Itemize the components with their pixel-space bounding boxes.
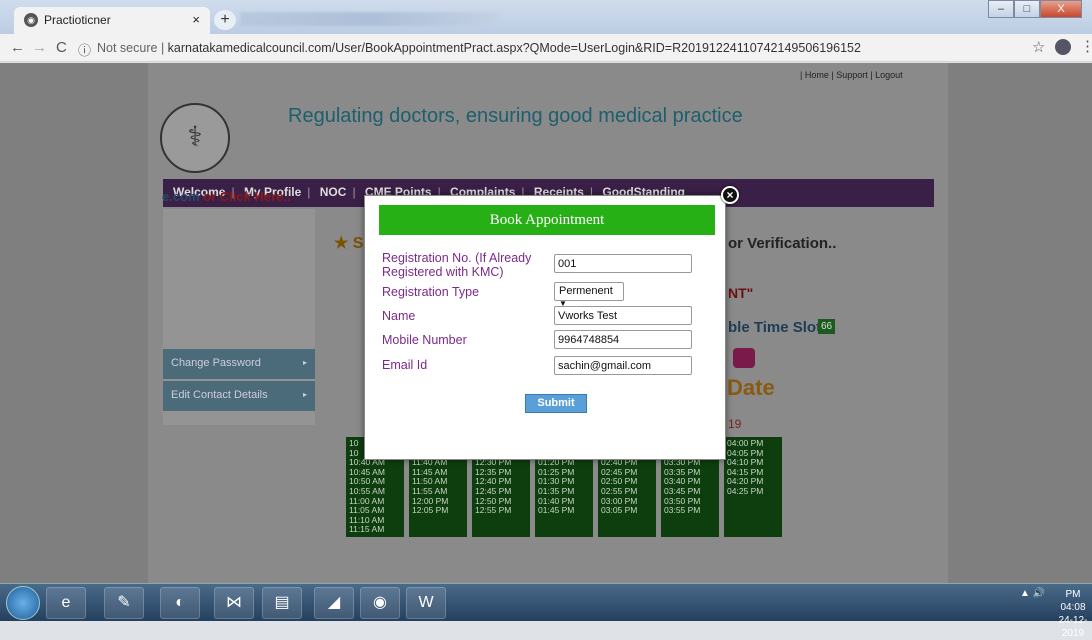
registration-no-label: Registration No. (If Already Registered … — [382, 251, 532, 279]
clock-time: PM 04:08 — [1060, 589, 1086, 613]
time-slot[interactable]: 11:15 AM — [349, 525, 401, 535]
file-explorer-icon[interactable]: ▤ — [262, 587, 302, 619]
slots-count-badge: 66 — [818, 319, 836, 334]
registration-type-value: Permenent — [559, 285, 613, 297]
logout-link[interactable]: Logout — [875, 70, 903, 80]
time-slot[interactable]: 12:05 PM — [412, 506, 464, 516]
clock-date: 24-12-2019 — [1058, 615, 1088, 639]
time-slot[interactable]: 03:55 PM — [664, 506, 716, 516]
ie-icon[interactable]: e — [46, 587, 86, 619]
tab-close-icon[interactable]: × — [192, 12, 200, 27]
promo-domain: e.com — [162, 189, 200, 204]
firefox-icon[interactable]: ◐ — [160, 587, 200, 619]
kmc-seal-logo: ⚕ — [160, 103, 230, 173]
sidebar-item-label: Change Password — [171, 357, 261, 369]
book-appointment-modal: Book Appointment Registration No. (If Al… — [364, 195, 726, 460]
not-secure-label: Not secure — [97, 41, 158, 55]
support-link[interactable]: Support — [836, 70, 868, 80]
dropdown-button[interactable] — [733, 348, 755, 368]
back-arrow-icon[interactable]: ← — [10, 39, 25, 56]
chevron-right-icon: ▸ — [302, 390, 307, 399]
slot-column: 04:00 PM 04:05 PM 04:10 PM 04:15 PM 04:20 PM… — [724, 437, 782, 537]
forward-arrow-icon[interactable]: → — [32, 39, 47, 56]
reload-icon[interactable]: C — [56, 39, 67, 56]
click-here-link[interactable]: or Click Here.. — [203, 189, 290, 204]
address-bar: ← → C ⓘ Not secure | karnatakamedicalcou… — [0, 34, 1092, 62]
new-tab-button[interactable]: + — [214, 10, 236, 30]
time-slot[interactable]: 01:45 PM — [538, 506, 590, 516]
sidebar: Change Password ▸ Edit Contact Details ▸ — [163, 209, 315, 425]
sidebar-item-edit-contact[interactable]: Edit Contact Details ▸ — [163, 381, 315, 411]
year-fragment: 19 — [728, 417, 742, 431]
star-icon: ★ S — [334, 235, 364, 252]
verification-text: or Verification.. — [728, 235, 837, 252]
bookmark-star-icon[interactable]: ☆ — [1032, 38, 1045, 56]
paint-icon[interactable]: ✎ — [104, 587, 144, 619]
email-input[interactable] — [554, 356, 692, 375]
registration-no-input[interactable] — [554, 254, 692, 273]
url-text: karnatakamedicalcouncil.com/User/BookApp… — [167, 41, 861, 55]
email-label: Email Id — [382, 358, 428, 372]
site-favicon-icon: ◉ — [24, 13, 38, 27]
time-slot[interactable]: 03:05 PM — [601, 506, 653, 516]
sidebar-item-change-password[interactable]: Change Password ▸ — [163, 349, 315, 379]
blurred-tabs — [240, 12, 500, 26]
info-icon[interactable]: ⓘ — [78, 40, 91, 59]
app-icon[interactable]: ◢ — [314, 587, 354, 619]
registration-type-select[interactable]: Permenent ▼ — [554, 282, 624, 308]
browser-tab[interactable]: ◉ Practioticner × — [14, 7, 210, 34]
sidebar-item-label: Edit Contact Details — [171, 389, 268, 401]
mobile-label: Mobile Number — [382, 333, 467, 347]
minimize-button[interactable]: – — [988, 0, 1014, 18]
quote-text: NT" — [728, 285, 754, 301]
registration-type-label: Registration Type — [382, 285, 480, 299]
star-letter: S — [352, 235, 364, 252]
windows-taskbar: e ✎ ◐ ⋈ ▤ ◢ ◉ W ▲ 🔊 PM 04:08 24-12-2019 — [0, 583, 1092, 639]
menu-noc[interactable]: NOC — [320, 185, 347, 199]
name-label: Name — [382, 309, 416, 323]
mobile-input[interactable] — [554, 330, 692, 349]
top-links: | Home | Support | Logout — [800, 70, 903, 80]
close-window-button[interactable]: X — [1040, 0, 1082, 18]
name-input[interactable] — [554, 306, 692, 325]
tab-title: Practioticner — [44, 13, 111, 27]
visual-studio-icon[interactable]: ⋈ — [214, 587, 254, 619]
window-controls: – □ X — [988, 0, 1082, 18]
site-tagline: Regulating doctors, ensuring good medica… — [288, 105, 743, 127]
system-tray-icons[interactable]: ▲ 🔊 — [1020, 588, 1045, 599]
time-slot[interactable]: 04:25 PM — [727, 486, 779, 497]
extension-icon[interactable] — [1055, 39, 1071, 55]
browser-menu-icon[interactable]: ⋮ — [1080, 37, 1092, 55]
promo-text: e.com or Click Here.. — [162, 189, 291, 204]
url-field[interactable]: Not secure | karnatakamedicalcouncil.com… — [97, 38, 997, 58]
url-separator: | — [160, 41, 165, 55]
time-slot[interactable]: 12:55 PM — [475, 506, 527, 516]
date-heading: Date — [727, 375, 775, 400]
submit-button[interactable]: Submit — [525, 394, 587, 413]
modal-close-icon[interactable]: × — [721, 186, 739, 204]
maximize-button[interactable]: □ — [1014, 0, 1040, 18]
start-button[interactable] — [6, 586, 40, 620]
chrome-icon[interactable]: ◉ — [360, 587, 400, 619]
home-link[interactable]: Home — [805, 70, 829, 80]
word-icon[interactable]: W — [406, 587, 446, 619]
browser-tab-bar: ◉ Practioticner × + – □ X — [0, 0, 1092, 34]
modal-title: Book Appointment — [379, 205, 715, 235]
chevron-right-icon: ▸ — [302, 358, 307, 367]
taskbar-clock[interactable]: PM 04:08 24-12-2019 — [1054, 588, 1092, 640]
